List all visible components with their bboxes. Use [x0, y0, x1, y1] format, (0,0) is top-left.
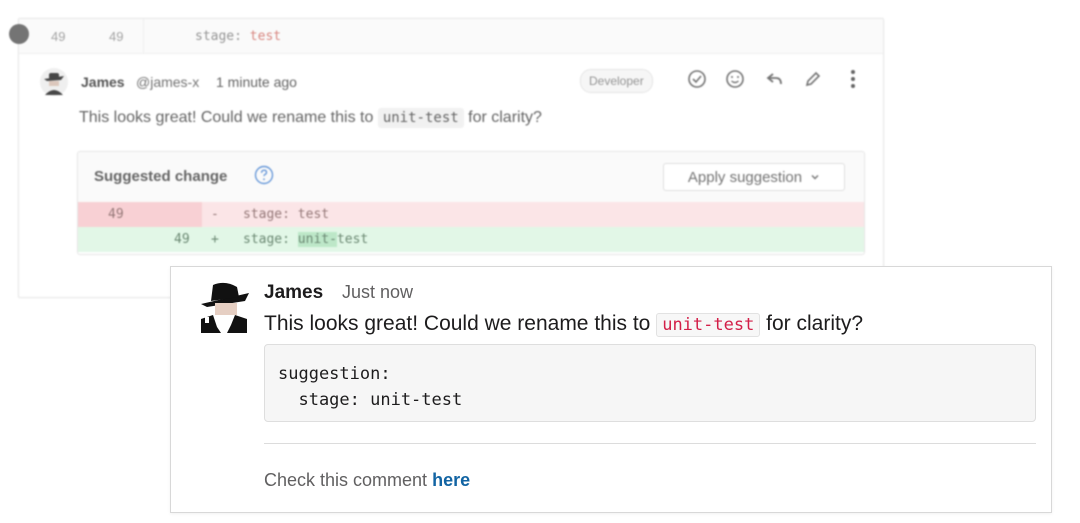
new-line-number: 49 — [174, 232, 190, 247]
avatar[interactable] — [197, 279, 251, 333]
attachment-divider — [264, 443, 1036, 444]
message-author[interactable]: James — [264, 282, 323, 304]
context-code-key: stage: — [195, 29, 242, 44]
note-timestamp[interactable]: 1 minute ago — [216, 74, 297, 90]
diff-line-added: 49 + stage: unit-test — [78, 227, 864, 252]
context-code-value: test — [249, 29, 282, 44]
old-line-number: 49 — [51, 29, 66, 44]
question-circle-icon[interactable] — [254, 165, 274, 185]
gutter-divider — [143, 19, 144, 53]
note-text-prefix: This looks great! Could we rename this t… — [79, 109, 374, 126]
note-author[interactable]: James — [81, 74, 125, 90]
suggestion-title: Suggested change — [94, 168, 228, 185]
pencil-icon[interactable] — [801, 67, 825, 91]
context-code: stage: test — [195, 29, 281, 44]
comment-link[interactable]: here — [432, 470, 470, 490]
vertical-ellipsis-icon[interactable] — [841, 67, 865, 91]
slack-message-card: James Just now This looks great! Could w… — [170, 266, 1052, 513]
footer-text: Check this comment — [264, 470, 428, 490]
apply-suggestion-button[interactable]: Apply suggestion — [663, 163, 845, 191]
message-text: This looks great! Could we rename this t… — [264, 312, 864, 337]
code-block-content: suggestion: stage: unit-test — [278, 364, 463, 410]
check-circle-icon[interactable] — [685, 67, 709, 91]
added-code: stage: unit-test — [243, 232, 368, 247]
role-badge: Developer — [580, 69, 653, 93]
removed-gutter — [78, 202, 202, 227]
added-code-suffix: test — [336, 232, 369, 247]
suggested-change-box: Suggested change Apply suggestion 49 - s… — [77, 151, 865, 255]
note-author-handle[interactable]: @james-x — [136, 74, 199, 90]
added-code-prefix: stage: — [243, 232, 298, 247]
diff-line-removed: 49 - stage: test — [78, 202, 864, 227]
diff-sign: + — [211, 232, 219, 247]
reply-icon[interactable] — [763, 67, 787, 91]
gitlab-merge-request-panel: 49 49 stage: test James @james-x 1 minut… — [9, 18, 884, 298]
diff-sign: - — [211, 207, 219, 222]
smiley-icon[interactable] — [723, 67, 747, 91]
new-line-number: 49 — [109, 29, 124, 44]
code-block: suggestion: stage: unit-test — [264, 344, 1036, 422]
avatar[interactable] — [39, 67, 69, 97]
gitlab-note: James @james-x 1 minute ago Developer Th… — [19, 53, 883, 297]
inline-code: unit-test — [377, 108, 464, 128]
message-text-suffix: for clarity? — [766, 312, 864, 335]
old-line-number: 49 — [108, 207, 124, 222]
apply-suggestion-label: Apply suggestion — [687, 168, 803, 186]
message-text-prefix: This looks great! Could we rename this t… — [264, 312, 651, 335]
suggestion-header: Suggested change Apply suggestion — [78, 152, 864, 203]
context-marker-icon — [9, 24, 29, 44]
diff-context-row: 49 49 stage: test — [9, 19, 883, 54]
note-body: This looks great! Could we rename this t… — [79, 108, 542, 128]
message-timestamp[interactable]: Just now — [342, 282, 413, 303]
chevron-down-icon — [811, 175, 819, 180]
note-text-suffix: for clarity? — [468, 109, 542, 126]
message-footer: Check this comment here — [264, 470, 470, 491]
added-code-highlight: unit- — [297, 232, 337, 247]
removed-code: stage: test — [243, 207, 330, 222]
inline-code: unit-test — [656, 313, 761, 337]
